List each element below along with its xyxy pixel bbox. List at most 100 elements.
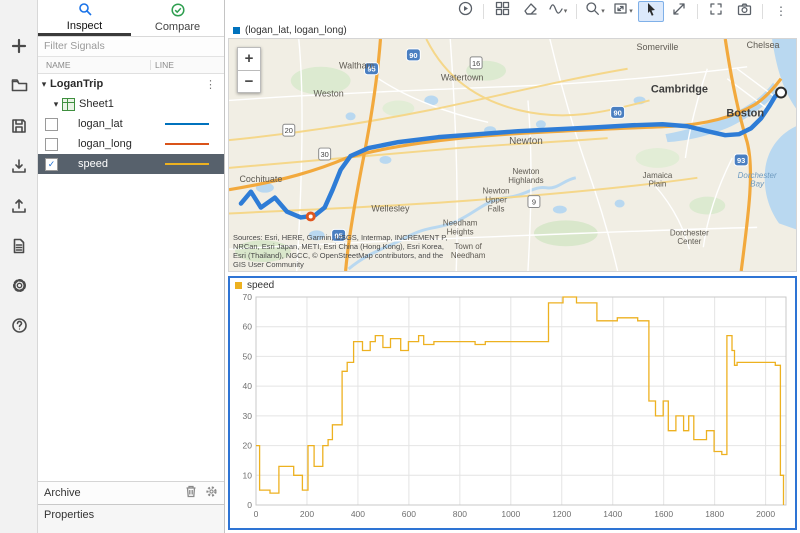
zoom-button[interactable]: ▾	[582, 1, 608, 22]
signal-row-logan_lat[interactable]: logan_lat	[38, 114, 224, 134]
svg-text:Chelsea: Chelsea	[747, 40, 780, 50]
snapshot-button[interactable]	[731, 1, 757, 22]
speed-chart-subplot[interactable]: speed 0200400600800100012001400160018002…	[228, 276, 797, 530]
signal-row-speed[interactable]: ✓ speed	[38, 154, 224, 174]
svg-text:800: 800	[453, 509, 467, 519]
signal-rows: logan_lat logan_long ✓ speed	[38, 114, 224, 174]
signal-display-button[interactable]: ▾	[545, 1, 571, 22]
filter-signals-input[interactable]: Filter Signals	[38, 37, 224, 57]
fit-to-view-icon	[613, 1, 628, 21]
speed-plot: 0200400600800100012001400160018002000010…	[230, 293, 795, 527]
plus-icon	[11, 38, 27, 59]
signal-name: speed	[78, 158, 150, 170]
create-report-button[interactable]	[0, 228, 38, 268]
svg-text:60: 60	[243, 322, 253, 332]
svg-text:0: 0	[247, 500, 252, 510]
fit-to-view-button[interactable]: ▾	[610, 1, 636, 22]
svg-text:Cochituate: Cochituate	[239, 174, 282, 184]
export-button[interactable]	[0, 188, 38, 228]
archive-settings-gear-icon[interactable]	[205, 485, 218, 501]
subplots-layout-button[interactable]	[489, 1, 515, 22]
svg-text:40: 40	[243, 381, 253, 391]
zoom-out-button[interactable]: −	[237, 70, 261, 93]
chart-legend: speed	[230, 278, 795, 293]
svg-text:93: 93	[737, 156, 745, 165]
sheet-row[interactable]: ▾ Sheet1	[38, 94, 224, 114]
pan-button[interactable]	[666, 1, 692, 22]
signal-row-logan_long[interactable]: logan_long	[38, 134, 224, 154]
svg-text:Bay: Bay	[750, 180, 765, 189]
tab-inspect[interactable]: Inspect	[38, 0, 131, 36]
sidebar-tabs: Inspect Compare	[38, 0, 224, 37]
legend-color-swatch	[233, 27, 240, 34]
svg-text:Center: Center	[677, 237, 701, 246]
new-button[interactable]	[0, 28, 38, 68]
svg-text:Wellesley: Wellesley	[371, 204, 410, 214]
simulation-data-inspector: Inspect Compare Filter Signals NAME LINE…	[0, 0, 800, 533]
help-button[interactable]	[0, 308, 38, 348]
signal-checkbox[interactable]	[45, 138, 58, 151]
signal-name: logan_long	[78, 138, 150, 150]
svg-text:Highlands: Highlands	[508, 176, 543, 185]
signal-checkbox[interactable]: ✓	[45, 158, 58, 171]
gear-icon	[11, 277, 28, 299]
run-row-logantrip[interactable]: ▾ LoganTrip ⋮	[38, 74, 224, 94]
svg-text:Town of: Town of	[454, 242, 482, 251]
svg-text:1200: 1200	[552, 509, 571, 519]
svg-text:50: 50	[243, 351, 253, 361]
svg-text:90: 90	[409, 51, 417, 60]
svg-text:Needham: Needham	[443, 218, 478, 227]
plot-toolbar: ▾ ▾ ▾	[225, 0, 800, 22]
svg-text:Dorchester: Dorchester	[670, 228, 709, 237]
map-zoom-controls: + −	[237, 47, 261, 93]
svg-text:1400: 1400	[603, 509, 622, 519]
signal-line-swatch	[165, 123, 209, 125]
svg-text:70: 70	[243, 293, 253, 302]
save-button[interactable]	[0, 108, 38, 148]
svg-text:10: 10	[243, 470, 253, 480]
preferences-button[interactable]	[0, 268, 38, 308]
pointer-tool-button[interactable]	[638, 1, 664, 22]
signal-checkbox[interactable]	[45, 118, 58, 131]
export-arrow-icon	[11, 198, 27, 219]
run-name: LoganTrip	[50, 78, 103, 90]
svg-text:30: 30	[321, 150, 329, 159]
svg-text:Falls: Falls	[488, 205, 505, 214]
archive-section[interactable]: Archive	[38, 481, 224, 504]
row-menu-icon[interactable]: ⋮	[205, 78, 216, 91]
collapse-caret-icon[interactable]: ▾	[38, 79, 50, 90]
eraser-icon	[523, 1, 538, 21]
map-subplot[interactable]: (logan_lat, logan_long)	[228, 23, 797, 272]
chevron-down-icon: ▾	[564, 7, 568, 15]
svg-text:90: 90	[613, 108, 621, 117]
map-canvas[interactable]: 90909595931620309 WalthamWestonWatertown…	[228, 38, 797, 272]
green-check-icon	[171, 3, 185, 20]
trash-icon[interactable]	[185, 485, 197, 501]
fullscreen-button[interactable]	[703, 1, 729, 22]
svg-text:Boston: Boston	[726, 107, 764, 119]
chevron-down-icon: ▾	[601, 7, 605, 15]
legend-color-swatch	[235, 282, 242, 289]
import-arrow-icon	[11, 158, 27, 179]
run-button[interactable]	[452, 1, 478, 22]
zoom-in-button[interactable]: +	[237, 47, 261, 70]
svg-text:20: 20	[285, 126, 293, 135]
column-name: NAME	[38, 60, 150, 70]
clear-subplots-button[interactable]	[517, 1, 543, 22]
collapse-caret-icon[interactable]: ▾	[50, 99, 62, 110]
svg-text:0: 0	[254, 509, 259, 519]
svg-text:20: 20	[243, 441, 253, 451]
svg-text:Plain: Plain	[649, 180, 667, 189]
map-legend-label: (logan_lat, logan_long)	[245, 25, 347, 36]
camera-icon	[737, 2, 752, 21]
open-button[interactable]	[0, 68, 38, 108]
archive-label: Archive	[44, 487, 81, 499]
signal-wave-icon	[549, 2, 563, 21]
more-options-button[interactable]: ⋮	[768, 1, 794, 22]
left-toolbar	[0, 0, 38, 533]
folder-icon	[11, 77, 28, 99]
tab-compare[interactable]: Compare	[131, 0, 224, 36]
import-button[interactable]	[0, 148, 38, 188]
svg-text:Upper: Upper	[485, 196, 507, 205]
properties-section[interactable]: Properties	[38, 504, 224, 533]
